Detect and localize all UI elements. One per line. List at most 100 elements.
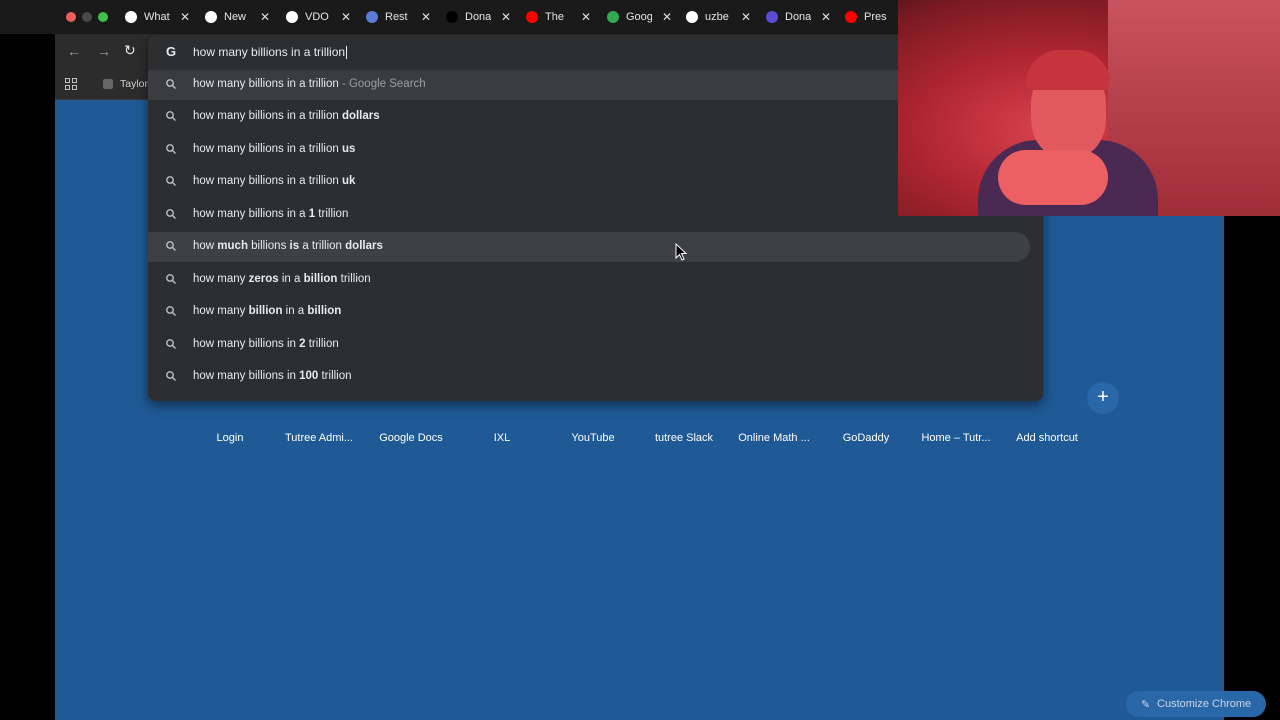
suggestion-part: how many billions in a trillion <box>193 175 342 187</box>
google-icon: G <box>166 44 177 59</box>
webcam-presenter-cap <box>1026 50 1110 90</box>
tab-1[interactable]: New ✕ <box>205 6 270 28</box>
suggestion-item[interactable]: how many billions in 100 trillion <box>148 362 1030 392</box>
plus-icon: + <box>1097 386 1109 408</box>
suggestion-text: how much billions is a trillion dollars <box>193 240 383 252</box>
tab-3[interactable]: Rest ✕ <box>366 6 431 28</box>
suggestion-text: how many billion in a billion <box>193 305 341 317</box>
shortcut-label: Tutree Admi... <box>284 432 354 444</box>
r-icon <box>366 11 378 23</box>
suggestion-part: in a <box>282 305 308 317</box>
suggestion-item[interactable]: how many zeros in a billion trillion <box>148 265 1030 295</box>
close-tab-icon[interactable]: ✕ <box>341 10 351 24</box>
suggestion-part: how many billions in a trillion <box>193 78 339 90</box>
tab-8[interactable]: Dona ✕ <box>766 6 831 28</box>
suggestion-text: how many billions in 100 trillion <box>193 370 352 382</box>
suggestion-text: how many billions in a trillion us <box>193 143 355 155</box>
suggestion-item[interactable]: how many billions in a trillion - Google… <box>148 70 898 100</box>
shortcut-label: YouTube <box>571 432 615 444</box>
forward-icon[interactable]: → <box>97 43 111 59</box>
suggestion-text: how many billions in a trillion dollars <box>193 110 380 122</box>
suggestion-bold-part: is <box>289 240 300 252</box>
close-tab-icon[interactable]: ✕ <box>662 10 672 24</box>
search-icon <box>166 79 176 89</box>
suggestion-part: billions <box>247 240 290 252</box>
tab-title: Dona <box>465 11 491 23</box>
close-tab-icon[interactable]: ✕ <box>741 10 751 24</box>
suggestion-part: how many billions in <box>193 338 300 350</box>
reload-icon[interactable]: ↻ <box>124 42 136 59</box>
tab-6[interactable]: Goog ✕ <box>607 6 672 28</box>
screen: What ✕ New ✕ VDO ✕ Rest ✕ Dona ✕ The ✕ Goog ✕ uzbe ✕ Don… <box>0 0 1280 720</box>
t-icon <box>766 11 778 23</box>
tab-7[interactable]: uzbe ✕ <box>686 6 751 28</box>
suggestion-bold-part: much <box>217 240 248 252</box>
tab-title: VDO <box>305 11 329 23</box>
bookmark-item[interactable]: Taylor <box>120 78 148 90</box>
pencil-icon: ✎ <box>1140 698 1151 711</box>
suggestion-item[interactable]: how many billion in a billion <box>148 297 1030 327</box>
suggestion-part: a trillion <box>299 240 346 252</box>
close-tab-icon[interactable]: ✕ <box>260 10 270 24</box>
customize-chrome-button[interactable]: ✎ Customize Chrome <box>1126 691 1266 717</box>
suggestion-bold-part: 100 <box>299 370 319 382</box>
suggestion-item[interactable]: how much billions is a trillion dollars <box>148 232 1030 262</box>
suggestion-part: in a <box>278 273 304 285</box>
search-icon <box>166 111 176 121</box>
close-tab-icon[interactable]: ✕ <box>821 10 831 24</box>
add-shortcut-button[interactable]: + <box>1087 382 1119 414</box>
suggestion-part: trillion <box>315 208 349 220</box>
maximize-window-button[interactable] <box>98 12 108 22</box>
back-icon[interactable]: ← <box>67 43 81 59</box>
shortcut-label: Home – Tutr... <box>921 432 991 444</box>
close-tab-icon[interactable]: ✕ <box>421 10 431 24</box>
suggestion-part: how many billions in a <box>193 208 309 220</box>
suggestion-bold-part: dollars <box>345 240 383 252</box>
omnibox-query[interactable]: how many billions in a trillion <box>193 45 348 60</box>
close-tab-icon[interactable]: ✕ <box>501 10 511 24</box>
suggestion-part: trillion <box>337 273 371 285</box>
suggestion-bold-part: us <box>341 143 356 155</box>
google-icon <box>686 11 698 23</box>
suggestion-part: how many billions in a trillion <box>193 110 342 122</box>
search-icon <box>166 274 176 284</box>
tab-title: New <box>224 11 247 23</box>
suggestion-item[interactable]: how many billions in 2 trillion <box>148 330 1030 360</box>
webcam-overlay <box>898 0 1280 216</box>
search-icon <box>166 371 176 381</box>
shortcut-label: GoDaddy <box>842 432 890 444</box>
search-icon <box>166 241 176 251</box>
tab-4[interactable]: Dona ✕ <box>446 6 511 28</box>
chrome-icon <box>205 11 217 23</box>
tab-title: Pres <box>864 11 887 23</box>
suggestion-part: trillion <box>318 370 352 382</box>
close-window-button[interactable] <box>66 12 76 22</box>
youtube-icon <box>526 11 538 23</box>
suggestion-text: how many zeros in a billion trillion <box>193 273 371 285</box>
suggestion-text: how many billions in 2 trillion <box>193 338 339 350</box>
apps-grid-icon[interactable] <box>65 78 77 90</box>
x-icon <box>446 11 458 23</box>
tab-9[interactable]: Pres <box>845 6 890 28</box>
tab-title: Rest <box>385 11 408 23</box>
suggestion-bold-part: billion <box>303 273 338 285</box>
minimize-window-button[interactable] <box>82 12 92 22</box>
suggestion-part: how many <box>193 305 249 317</box>
search-icon <box>166 306 176 316</box>
shortcut-label: Google Docs <box>379 432 443 444</box>
customize-label: Customize Chrome <box>1157 698 1252 710</box>
add-shortcut-label: Add shortcut <box>1016 432 1078 444</box>
shortcut-label: IXL <box>493 432 511 444</box>
close-tab-icon[interactable]: ✕ <box>180 10 190 24</box>
shortcut-label: tutree Slack <box>654 432 714 444</box>
shortcut-label: Online Math ... <box>738 432 810 444</box>
tab-0[interactable]: What ✕ <box>125 6 190 28</box>
tab-2[interactable]: VDO ✕ <box>286 6 351 28</box>
tab-5[interactable]: The ✕ <box>526 6 591 28</box>
suggestion-bold-part: billion <box>248 305 283 317</box>
youtube-icon <box>845 11 857 23</box>
maps-pin-icon <box>607 11 619 23</box>
close-tab-icon[interactable]: ✕ <box>581 10 591 24</box>
search-icon <box>166 144 176 154</box>
suggestion-part: how <box>193 240 218 252</box>
